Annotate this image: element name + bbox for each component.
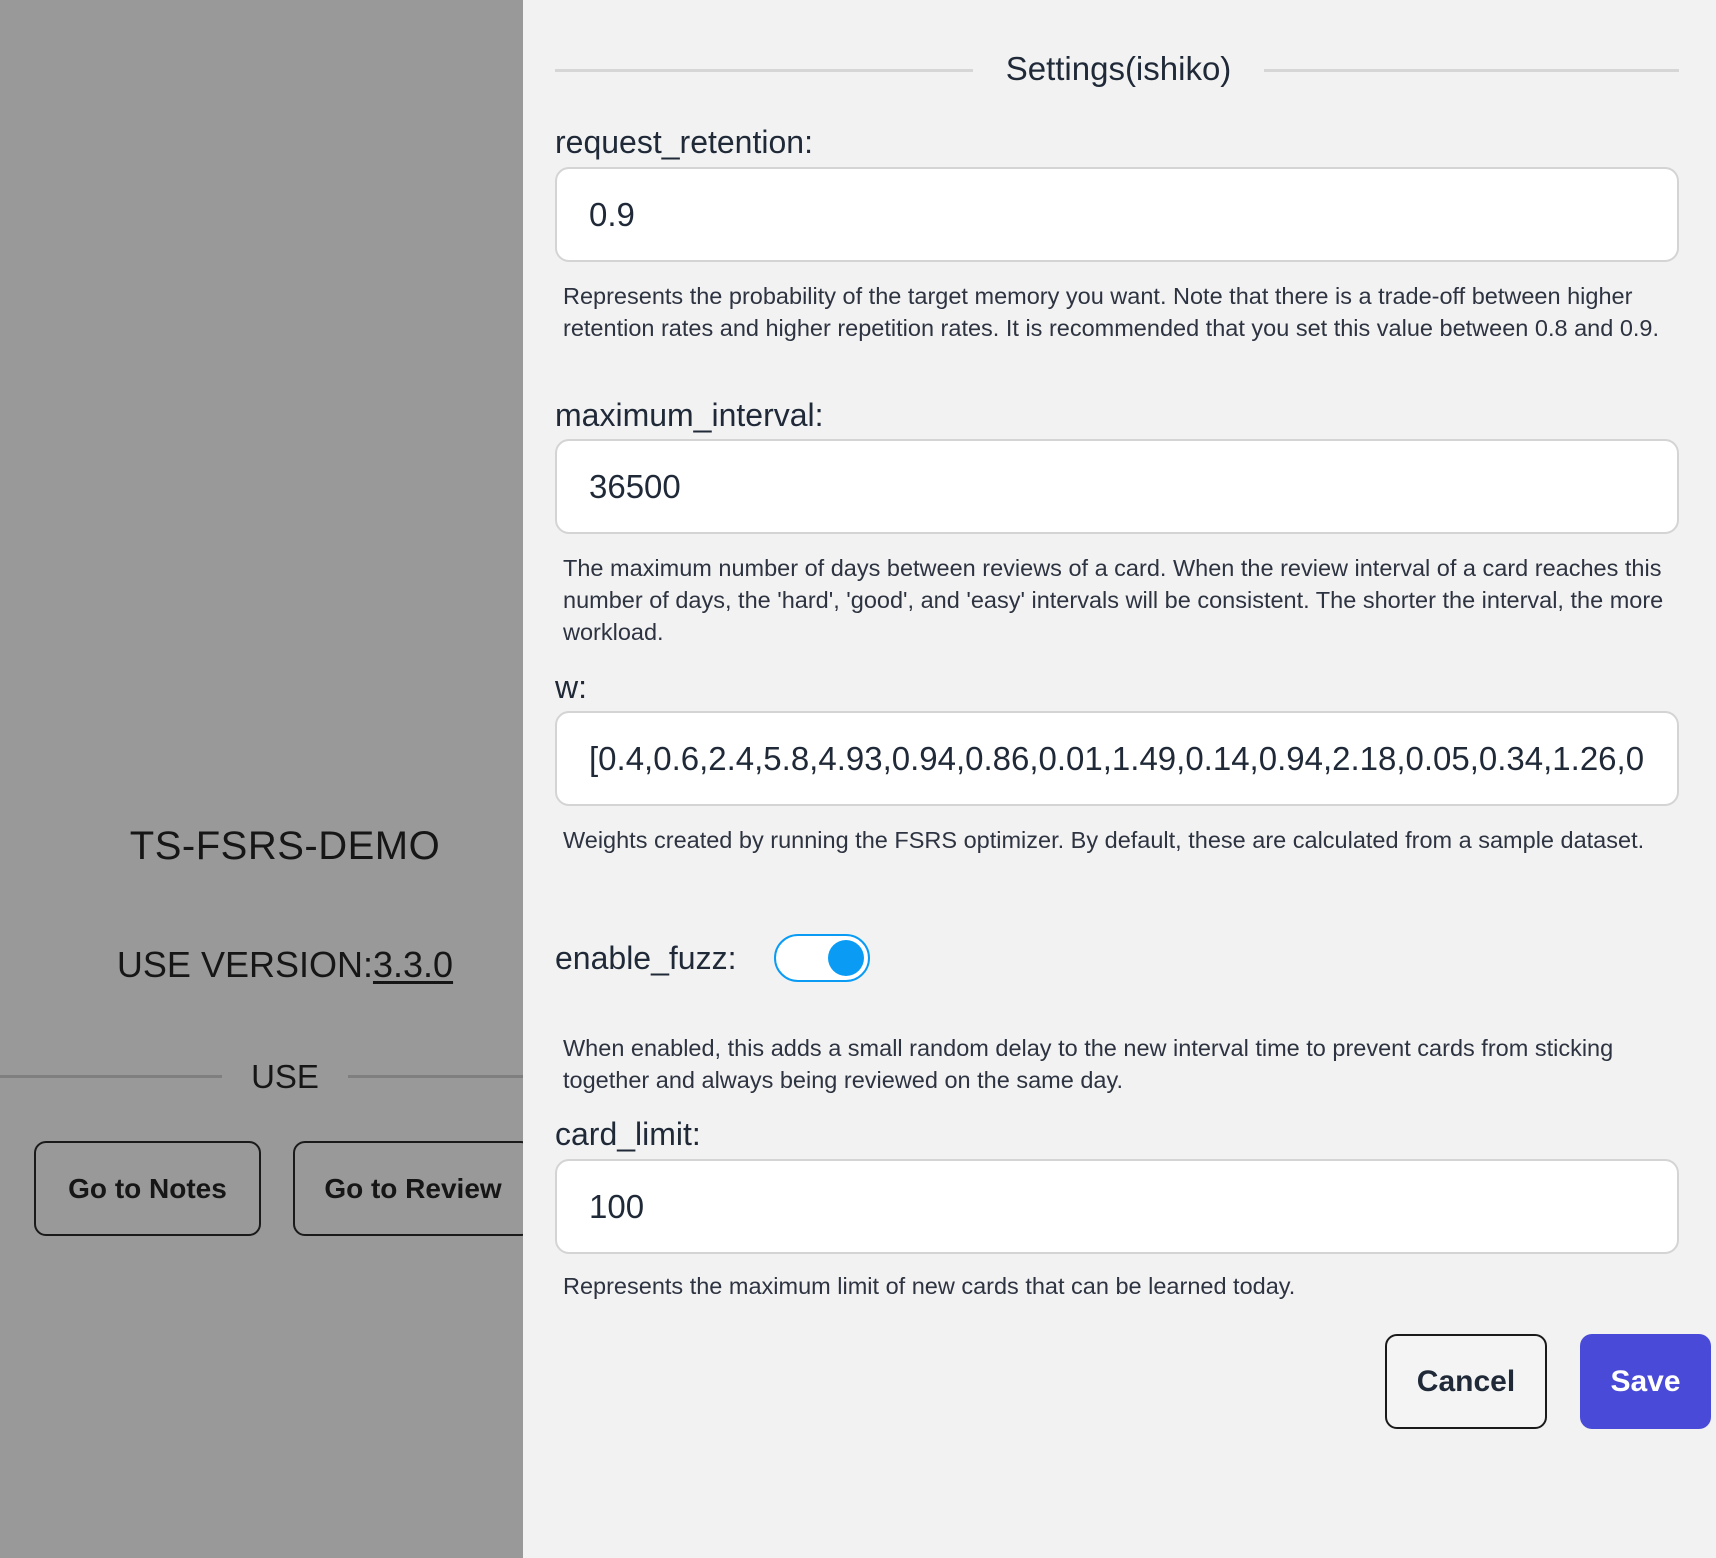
save-button[interactable]: Save (1580, 1334, 1711, 1429)
use-divider-label: USE (251, 1058, 319, 1095)
request-retention-input[interactable] (555, 167, 1679, 262)
use-divider: USE (0, 1058, 523, 1095)
w-weights-input[interactable] (555, 711, 1679, 806)
enable-fuzz-help: When enabled, this adds a small random d… (563, 1035, 1614, 1093)
settings-title: Settings(ishiko) (1005, 50, 1232, 87)
title-line-left (555, 69, 973, 72)
cancel-button[interactable]: Cancel (1385, 1334, 1547, 1429)
go-to-review-button[interactable]: Go to Review (293, 1141, 533, 1236)
w-label: w: (555, 669, 587, 705)
background-page: TS-FSRS-DEMO USE VERSION:3.3.0 USE Go to… (0, 0, 533, 1558)
request-retention-label: request_retention: (555, 124, 813, 160)
maximum-interval-label: maximum_interval: (555, 397, 824, 433)
title-line-right (1264, 69, 1679, 72)
card-limit-help: Represents the maximum limit of new card… (563, 1273, 1296, 1299)
maximum-interval-help: The maximum number of days between revie… (563, 555, 1664, 645)
settings-drawer: Settings(ishiko) request_retention: Repr… (523, 0, 1716, 1558)
settings-title-divider: Settings(ishiko) (555, 50, 1679, 90)
app-title: TS-FSRS-DEMO (129, 824, 441, 868)
version-link[interactable]: 3.3.0 (373, 944, 453, 985)
go-to-notes-button[interactable]: Go to Notes (34, 1141, 261, 1236)
toggle-knob (828, 940, 864, 976)
w-help: Weights created by running the FSRS opti… (563, 827, 1645, 853)
maximum-interval-input[interactable] (555, 439, 1679, 534)
request-retention-help: Represents the probability of the target… (563, 283, 1660, 341)
divider-line-right (348, 1075, 523, 1078)
enable-fuzz-toggle[interactable] (774, 934, 870, 982)
enable-fuzz-label: enable_fuzz: (555, 940, 737, 976)
card-limit-label: card_limit: (555, 1116, 701, 1152)
divider-line-left (0, 1075, 222, 1078)
card-limit-input[interactable] (555, 1159, 1679, 1254)
version-prefix: USE VERSION: (116, 944, 373, 985)
version-line: USE VERSION:3.3.0 (0, 944, 570, 986)
